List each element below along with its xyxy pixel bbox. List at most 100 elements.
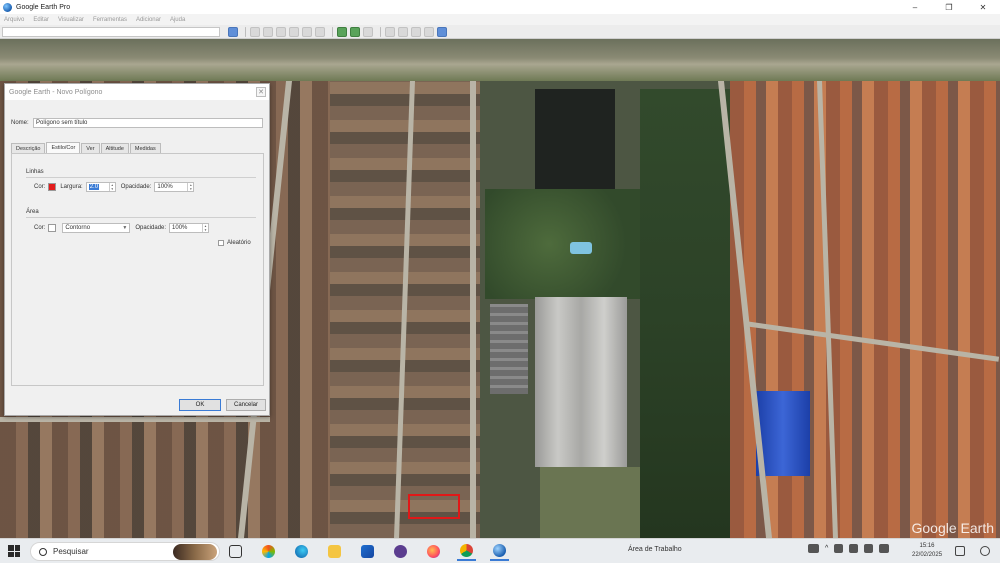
save-image-icon[interactable] <box>424 27 434 37</box>
clock-date: 22/02/2025 <box>912 552 943 558</box>
area-opacity-value: 100% <box>172 225 188 231</box>
record-tour-icon[interactable] <box>315 27 325 37</box>
line-width-label: Largura: <box>60 184 83 190</box>
toolbar <box>0 25 1000 39</box>
store-icon[interactable] <box>358 542 377 561</box>
line-width-stepper[interactable]: 2.0 ▲ ▼ <box>85 182 116 192</box>
line-width-value: 2.0 <box>88 184 100 190</box>
google-earth-watermark: Google Earth <box>911 520 995 536</box>
ok-button[interactable]: OK <box>179 399 221 411</box>
area-color-label: Cor: <box>34 225 46 231</box>
tab-view[interactable]: Ver <box>81 143 100 153</box>
search-panel-input[interactable] <box>2 27 220 37</box>
area-row: Cor: Contorno ▼ Opacidade: 100% ▲ ▼ <box>34 223 210 233</box>
print-icon[interactable] <box>411 27 421 37</box>
swimming-pool <box>570 242 592 254</box>
highway-area <box>0 39 1000 81</box>
windows-start-icon[interactable] <box>8 545 20 557</box>
area-fill-select[interactable]: Contorno ▼ <box>62 223 131 233</box>
planet-icon[interactable] <box>363 27 373 37</box>
tab-description[interactable]: Descrição <box>11 143 46 153</box>
park-trees <box>485 189 645 299</box>
random-row: Aleatório <box>218 240 251 246</box>
lines-group-label: Linhas <box>26 169 44 175</box>
menu-help[interactable]: Ajuda <box>170 17 185 23</box>
clock-time: 15:16 <box>919 543 935 549</box>
menu-view[interactable]: Visualizar <box>58 17 84 23</box>
polygon-icon[interactable] <box>276 27 286 37</box>
battery-icon[interactable] <box>879 544 890 553</box>
new-polygon-dialog: Google Earth - Novo Polígono ✕ Nome: Pol… <box>4 83 270 416</box>
search-icon[interactable] <box>228 27 238 37</box>
line-opacity-stepper[interactable]: 100% ▲ ▼ <box>154 182 195 192</box>
toolbar-separator <box>245 27 246 37</box>
notifications-icon[interactable] <box>955 546 965 556</box>
area-fill-value: Contorno <box>65 225 91 231</box>
tab-altitude[interactable]: Altitude <box>100 143 129 153</box>
stepper-arrows-icon[interactable]: ▲ ▼ <box>108 183 115 191</box>
chevron-up-icon[interactable]: ^ <box>825 545 828 552</box>
area-opacity-label: Opacidade: <box>135 225 167 231</box>
cloud-icon[interactable] <box>834 544 844 553</box>
dialog-title: Google Earth - Novo Polígono <box>5 84 269 100</box>
tab-style-color[interactable]: Estilo/Cor <box>46 142 81 153</box>
stepper-arrows-icon[interactable]: ▲ ▼ <box>187 183 193 191</box>
pinned-apps <box>226 542 523 561</box>
cancel-button[interactable]: Cancelar <box>226 399 266 411</box>
menu-file[interactable]: Arquivo <box>4 17 24 23</box>
chrome-icon[interactable] <box>457 542 476 561</box>
style-color-panel: Linhas Cor: Largura: 2.0 ▲ ▼ Opacidade: 1… <box>11 153 264 386</box>
dialog-close-button[interactable]: ✕ <box>256 87 266 97</box>
firefox-icon[interactable] <box>424 542 443 561</box>
taskbar-search[interactable]: Pesquisar <box>30 542 220 561</box>
dialog-tabs: Descrição Estilo/Cor Ver Altitude Medida… <box>11 142 162 153</box>
name-row: Nome: Polígono sem título <box>11 118 263 128</box>
window-title-bar: Google Earth Pro – ❐ ✕ <box>0 0 1000 14</box>
area-color-swatch[interactable] <box>48 224 57 232</box>
highlighted-polygon[interactable] <box>408 494 460 519</box>
window-controls: – ❐ ✕ <box>898 0 1000 14</box>
google-earth-taskbar-icon[interactable] <box>490 542 509 561</box>
view-in-maps-icon[interactable] <box>437 27 447 37</box>
stepper-arrows-icon[interactable]: ▲ ▼ <box>202 224 208 232</box>
sidebar-toggle-icon[interactable] <box>250 27 260 37</box>
edge-icon[interactable] <box>292 542 311 561</box>
menu-tools[interactable]: Ferramentas <box>93 17 127 23</box>
sunlight-icon[interactable] <box>350 27 360 37</box>
historical-imagery-icon[interactable] <box>337 27 347 37</box>
copilot-icon[interactable] <box>259 542 278 561</box>
ruler-icon[interactable] <box>385 27 395 37</box>
path-icon[interactable] <box>289 27 299 37</box>
area-opacity-stepper[interactable]: 100% ▲ ▼ <box>169 223 210 233</box>
windows-taskbar: Pesquisar Área de Trabalho ^ 15:16 22/02… <box>0 538 1000 563</box>
line-color-swatch[interactable] <box>48 183 57 191</box>
close-button[interactable]: ✕ <box>966 0 1000 14</box>
minimize-button[interactable]: – <box>898 0 932 14</box>
file-explorer-icon[interactable] <box>325 542 344 561</box>
menu-edit[interactable]: Editar <box>33 17 49 23</box>
system-clock[interactable]: 15:16 22/02/2025 <box>912 542 942 560</box>
window-title: Google Earth Pro <box>16 3 71 11</box>
widgets-icon[interactable] <box>980 546 990 556</box>
placemark-icon[interactable] <box>263 27 273 37</box>
line-opacity-value: 100% <box>157 184 173 190</box>
task-view-icon[interactable] <box>226 542 245 561</box>
email-icon[interactable] <box>398 27 408 37</box>
random-checkbox[interactable] <box>218 240 224 246</box>
search-highlight-image <box>173 544 217 560</box>
image-overlay-icon[interactable] <box>302 27 312 37</box>
toolbar-separator <box>380 27 381 37</box>
volume-icon[interactable] <box>864 544 874 553</box>
area-group-label: Área <box>26 209 39 215</box>
chevron-down-icon: ▼ <box>122 225 128 231</box>
tab-measurements[interactable]: Medidas <box>129 143 161 153</box>
menu-add[interactable]: Adicionar <box>136 17 161 23</box>
keyboard-icon[interactable] <box>808 544 819 553</box>
lines-group-divider <box>26 177 256 178</box>
app-icon[interactable] <box>391 542 410 561</box>
desktop-area-label[interactable]: Área de Trabalho <box>628 546 682 553</box>
maximize-button[interactable]: ❐ <box>932 0 966 14</box>
network-icon[interactable] <box>849 544 859 553</box>
random-label: Aleatório <box>227 240 251 246</box>
polygon-name-input[interactable]: Polígono sem título <box>33 118 263 128</box>
